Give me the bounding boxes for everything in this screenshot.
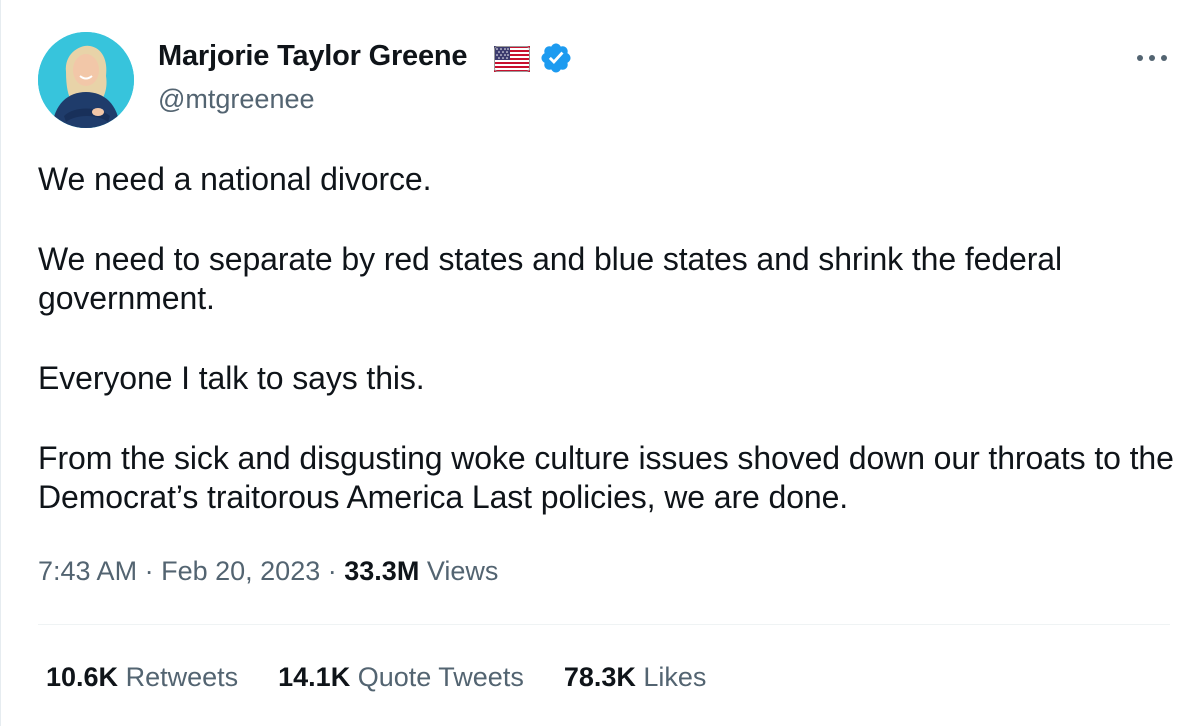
verified-badge-icon[interactable] [539, 41, 573, 75]
quote-tweets-count: 14.1K [278, 662, 351, 692]
tweet-paragraph: We need to separate by red states and bl… [38, 241, 1071, 316]
tweet-date[interactable]: Feb 20, 2023 [161, 556, 320, 586]
retweets-label: Retweets [125, 662, 239, 692]
avatar-image [38, 32, 134, 128]
handle[interactable]: @mtgreenee [158, 84, 315, 115]
tweet-paragraph: We need a national divorce. [38, 161, 432, 197]
tweet-card: Marjorie Taylor Greene @mtgreenee We nee… [0, 0, 1202, 726]
display-name[interactable]: Marjorie Taylor Greene [158, 40, 468, 73]
likes-count: 78.3K [563, 662, 636, 692]
tweet-paragraph: Everyone I talk to says this. [38, 360, 425, 396]
likes-stat[interactable]: 78.3K Likes [564, 662, 707, 693]
views-label: Views [426, 556, 499, 586]
quote-tweets-stat[interactable]: 14.1K Quote Tweets [278, 662, 524, 693]
engagement-stats: 10.6K Retweets 14.1K Quote Tweets 78.3K … [46, 662, 706, 693]
tweet-time[interactable]: 7:43 AM [38, 556, 137, 586]
more-horizontal-icon[interactable] [1132, 48, 1172, 68]
divider [38, 624, 1170, 625]
likes-label: Likes [643, 662, 707, 692]
avatar[interactable] [38, 32, 134, 128]
card-border [0, 0, 1, 726]
tweet-metadata: 7:43 AM · Feb 20, 2023 · 33.3M Views [38, 556, 498, 587]
meta-separator: · [327, 556, 337, 586]
meta-separator: · [144, 556, 154, 586]
tweet-paragraph: From the sick and disgusting woke cultur… [38, 440, 1183, 515]
retweets-stat[interactable]: 10.6K Retweets [46, 662, 238, 693]
us-flag-icon [494, 46, 530, 72]
retweets-count: 10.6K [46, 662, 119, 692]
quote-tweets-label: Quote Tweets [357, 662, 524, 692]
views-count: 33.3M [344, 556, 420, 586]
tweet-text: We need a national divorce. We need to s… [38, 160, 1178, 517]
